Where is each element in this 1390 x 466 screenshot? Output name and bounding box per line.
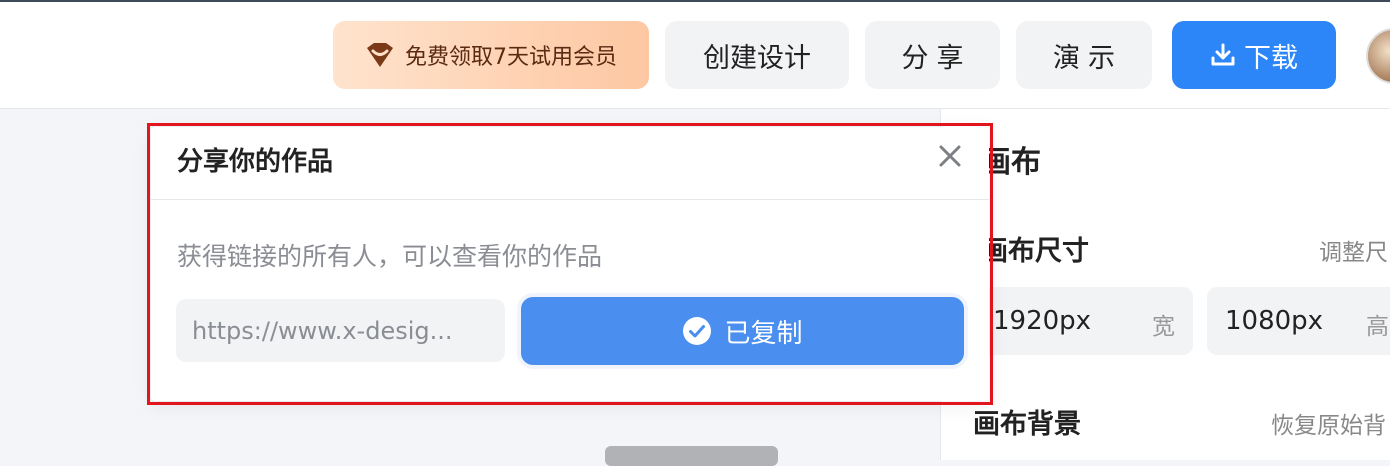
canvas-width-field[interactable]: 1920px 宽: [971, 287, 1193, 355]
restore-background-link[interactable]: 恢复原始背: [1271, 406, 1386, 440]
share-link-input[interactable]: [176, 299, 505, 362]
canvas-width-value: 1920px: [993, 306, 1092, 336]
present-button[interactable]: 演示: [1016, 21, 1152, 89]
resize-link[interactable]: 调整尺: [1319, 233, 1388, 267]
canvas-size-label: 画布尺寸: [981, 236, 1089, 267]
user-avatar[interactable]: [1366, 28, 1390, 84]
canvas-height-unit: 高: [1366, 314, 1389, 340]
check-circle-icon: [682, 316, 712, 346]
download-button[interactable]: 下载: [1172, 21, 1336, 89]
canvas-height-value: 1080px: [1225, 306, 1324, 336]
copied-label: 已复制: [724, 318, 803, 349]
dialog-divider: [151, 199, 989, 200]
share-dialog: 分享你的作品 获得链接的所有人，可以查看你的作品 已复制: [151, 127, 989, 401]
canvas-panel-title: 画布: [981, 145, 1041, 180]
close-icon[interactable]: [933, 139, 967, 173]
free-trial-vip-label: 免费领取7天试用会员: [405, 45, 617, 70]
create-design-button[interactable]: 创建设计: [665, 21, 849, 89]
download-label: 下载: [1244, 42, 1298, 74]
share-dialog-title: 分享你的作品: [177, 147, 334, 177]
share-button[interactable]: 分享: [865, 21, 1000, 89]
canvas-settings-panel: 画布 画布尺寸 调整尺 1920px 宽 1080px 高 画布背景 恢复原始背: [940, 109, 1390, 460]
canvas-height-field[interactable]: 1080px 高: [1207, 287, 1390, 355]
share-description: 获得链接的所有人，可以查看你的作品: [177, 242, 603, 271]
copied-button[interactable]: 已复制: [521, 297, 964, 365]
canvas-width-unit: 宽: [1152, 314, 1175, 340]
vip-gem-icon: [365, 42, 395, 68]
free-trial-vip-button[interactable]: 免费领取7天试用会员: [333, 21, 649, 89]
canvas-background-label: 画布背景: [973, 409, 1081, 440]
canvas-element-preview[interactable]: [605, 446, 778, 466]
top-toolbar: 免费领取7天试用会员 创建设计 分享 演示 下载: [0, 2, 1390, 109]
download-icon: [1210, 42, 1236, 68]
